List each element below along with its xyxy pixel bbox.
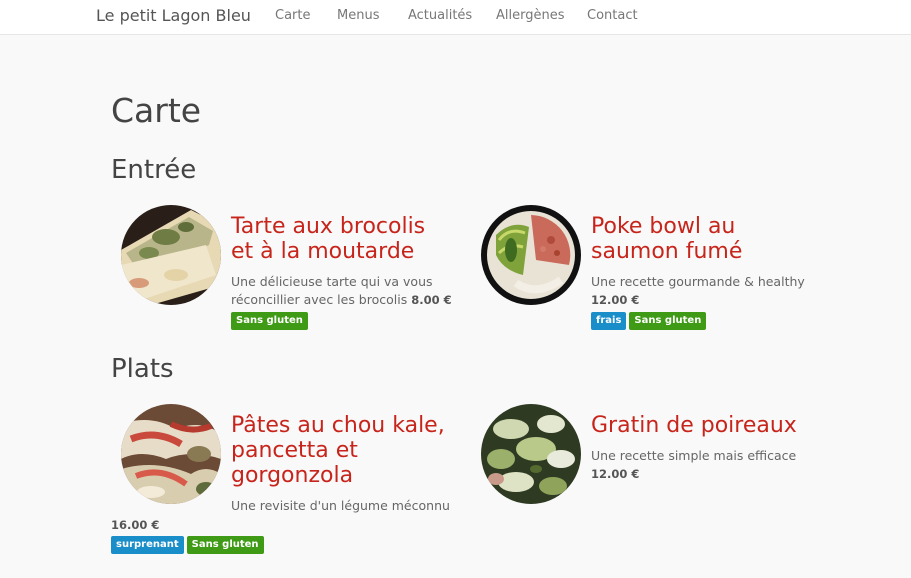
dish-description-line: réconcillier avec les brocolis 8.00 €: [231, 291, 452, 309]
broccoli-tart-image: [121, 205, 221, 305]
section-heading-plats: Plats: [111, 354, 174, 384]
dish-title-line: Poke bowl au: [591, 214, 736, 239]
dish-title-line: Pâtes au chou kale,: [231, 413, 445, 438]
poke-bowl-photo[interactable]: [481, 205, 581, 305]
dish-price: 12.00 €: [591, 467, 640, 481]
section-heading-entree: Entrée: [111, 155, 197, 185]
dish-title-line: gorgonzola: [231, 463, 354, 488]
dish-description-line: Une recette simple mais efficace: [591, 448, 797, 463]
tag-sans-gluten: Sans gluten: [186, 536, 264, 554]
dish-tags: surprenant Sans gluten: [111, 536, 264, 554]
dish-description-line: Une délicieuse tarte qui va vous: [231, 274, 433, 289]
poke-bowl-image: [481, 205, 581, 305]
dish-description-line: Une revisite d'un légume méconnu: [231, 498, 450, 513]
dish-title-line: saumon fumé: [591, 239, 743, 264]
dish-title[interactable]: Pâtes au chou kale, pancetta et gorgonzo…: [231, 413, 445, 488]
dish-tags: Sans gluten: [231, 312, 308, 330]
leek-gratin-photo[interactable]: [481, 404, 581, 504]
tag-sans-gluten: Sans gluten: [629, 312, 707, 330]
dish-description: Une revisite d'un légume méconnu: [231, 497, 450, 515]
tag-frais: frais: [591, 312, 627, 330]
leek-gratin-image: [481, 404, 581, 504]
dish-description-line: Une recette gourmande & healthy: [591, 274, 805, 289]
navbar: Le petit Lagon Bleu Carte Menus Actualit…: [0, 0, 911, 35]
nav-link-allergenes[interactable]: Allergènes: [496, 8, 565, 23]
dish-price: 12.00 €: [591, 293, 640, 307]
nav-link-actualites[interactable]: Actualités: [408, 8, 472, 23]
dish-title-line: et à la moutarde: [231, 239, 415, 264]
brand-link[interactable]: Le petit Lagon Bleu: [96, 6, 251, 25]
dish-title[interactable]: Poke bowl au saumon fumé: [591, 214, 742, 264]
tag-sans-gluten: Sans gluten: [231, 312, 308, 330]
dish-price: 16.00 €: [111, 518, 160, 532]
tag-surprenant: surprenant: [111, 536, 184, 554]
dish-title-line: Gratin de poireaux: [591, 413, 797, 438]
broccoli-tart-photo[interactable]: [121, 205, 221, 305]
pasta-kale-image: [121, 404, 221, 504]
dish-title-line: pancetta et: [231, 438, 358, 463]
dish-description: Une recette simple mais efficace: [591, 447, 796, 465]
nav-link-carte[interactable]: Carte: [275, 8, 310, 23]
nav-link-contact[interactable]: Contact: [587, 8, 638, 23]
dish-tags: frais Sans gluten: [591, 312, 707, 330]
dish-description: Une recette gourmande & healthy: [591, 273, 805, 291]
dish-title[interactable]: Gratin de poireaux: [591, 413, 797, 438]
dish-title-line: Tarte aux brocolis: [231, 214, 426, 239]
nav-link-menus[interactable]: Menus: [337, 8, 379, 23]
dish-description-line-text: réconcillier avec les brocolis: [231, 292, 408, 307]
dish-price: 8.00 €: [411, 293, 452, 307]
pasta-kale-photo[interactable]: [121, 404, 221, 504]
dish-title[interactable]: Tarte aux brocolis et à la moutarde: [231, 214, 425, 264]
dish-description: Une délicieuse tarte qui va vous réconci…: [231, 273, 452, 309]
page-title: Carte: [111, 91, 202, 130]
